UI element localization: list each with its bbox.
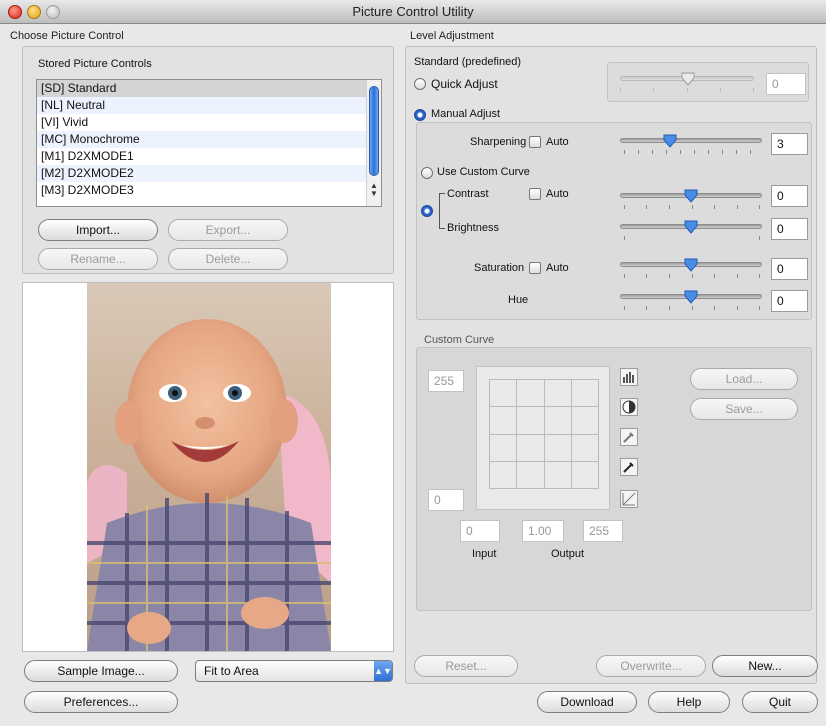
sharpening-field[interactable]: 3 (771, 133, 808, 155)
baby-photo-image (87, 283, 331, 651)
saturation-ticks (624, 274, 760, 278)
overwrite-button[interactable]: Overwrite... (596, 655, 706, 677)
quit-button[interactable]: Quit (742, 691, 818, 713)
input-low-field[interactable]: 0 (460, 520, 500, 542)
list-scrollbar[interactable]: ▲ ▼ (366, 80, 381, 206)
saturation-auto-label: Auto (546, 262, 569, 274)
contrast-ticks (624, 205, 760, 209)
contrast-auto-label: Auto (546, 188, 569, 200)
black-point-eyedropper-icon[interactable] (620, 458, 638, 476)
contrast-auto-checkbox[interactable] (529, 188, 541, 200)
hue-ticks (624, 306, 760, 310)
delete-button[interactable]: Delete... (168, 248, 288, 270)
linear-curve-icon[interactable] (620, 490, 638, 508)
export-button[interactable]: Export... (168, 219, 288, 241)
reset-button[interactable]: Reset... (414, 655, 518, 677)
sample-image-button[interactable]: Sample Image... (24, 660, 178, 682)
saturation-thumb[interactable] (684, 258, 698, 272)
zoom-window-button[interactable] (46, 5, 60, 19)
stored-picture-controls-title: Stored Picture Controls (38, 58, 152, 70)
download-button[interactable]: Download (537, 691, 637, 713)
curve-grid (489, 379, 599, 489)
preferences-button[interactable]: Preferences... (24, 691, 178, 713)
new-button[interactable]: New... (712, 655, 818, 677)
sharpening-auto-label: Auto (546, 136, 569, 148)
hue-field[interactable]: 0 (771, 290, 808, 312)
histogram-icon[interactable] (620, 368, 638, 386)
sample-photo (87, 283, 331, 651)
use-custom-curve-radio[interactable] (421, 167, 433, 179)
sharpening-label: Sharpening (470, 136, 527, 148)
white-point-eyedropper-icon[interactable] (620, 428, 638, 446)
help-button[interactable]: Help (648, 691, 730, 713)
saturation-auto-checkbox[interactable] (529, 262, 541, 274)
curve-save-button[interactable]: Save... (690, 398, 798, 420)
curve-graph[interactable] (476, 366, 610, 510)
sharpening-ticks (624, 150, 760, 154)
quick-adjust-field[interactable]: 0 (766, 73, 806, 95)
contrast-circle-icon[interactable] (620, 398, 638, 416)
output-label: Output (551, 548, 585, 560)
saturation-label: Saturation (474, 262, 525, 274)
contrast-thumb[interactable] (684, 189, 698, 203)
zoom-popup-value: Fit to Area (204, 664, 259, 678)
quick-adjust-thumb[interactable] (681, 72, 695, 86)
preview-area (22, 282, 394, 652)
curve-min-field[interactable]: 0 (428, 489, 464, 511)
brightness-label: Brightness (447, 222, 499, 234)
list-item-d2xmode2[interactable]: [M2] D2XMODE2 (37, 165, 381, 182)
contrast-label: Contrast (447, 188, 489, 200)
popup-arrows-icon: ▲▼ (374, 661, 392, 681)
list-item-monochrome[interactable]: [MC] Monochrome (37, 131, 381, 148)
list-item-standard[interactable]: [SD] Standard (37, 80, 381, 97)
list-item-vivid[interactable]: [VI] Vivid (37, 114, 381, 131)
preset-name: Standard (predefined) (414, 56, 522, 68)
quick-adjust-label: Quick Adjust (431, 77, 498, 91)
custom-curve-title: Custom Curve (424, 334, 495, 346)
quick-adjust-ticks (620, 88, 754, 92)
stored-picture-controls-list: [SD] Standard [NL] Neutral [VI] Vivid [M… (36, 79, 382, 207)
level-adjustment-title: Level Adjustment (410, 30, 494, 42)
contrast-brightness-radio[interactable] (421, 205, 433, 217)
sharpening-auto-checkbox[interactable] (529, 136, 541, 148)
input-high-field[interactable]: 255 (583, 520, 623, 542)
minimize-window-button[interactable] (27, 5, 41, 19)
zoom-popup[interactable]: Fit to Area ▲▼ (195, 660, 393, 682)
choose-picture-control-title: Choose Picture Control (10, 30, 124, 42)
list-item-d2xmode3[interactable]: [M3] D2XMODE3 (37, 182, 381, 199)
sharpening-slider-track[interactable] (620, 138, 762, 143)
rename-button[interactable]: Rename... (38, 248, 158, 270)
import-button[interactable]: Import... (38, 219, 158, 241)
sharpening-thumb[interactable] (663, 134, 677, 148)
scroll-arrows-icon[interactable]: ▲ ▼ (370, 182, 378, 198)
gamma-field[interactable]: 1.00 (522, 520, 564, 542)
brightness-ticks (624, 236, 760, 240)
title-bar: Picture Control Utility (0, 0, 826, 24)
input-label: Input (472, 548, 497, 560)
curve-load-button[interactable]: Load... (690, 368, 798, 390)
manual-adjust-radio[interactable] (414, 109, 426, 121)
contrast-brightness-bracket (439, 193, 445, 229)
saturation-field[interactable]: 0 (771, 258, 808, 280)
hue-label: Hue (508, 294, 529, 306)
window-title: Picture Control Utility (352, 4, 474, 19)
quick-adjust-radio[interactable] (414, 78, 426, 90)
curve-max-field[interactable]: 255 (428, 370, 464, 392)
contrast-field[interactable]: 0 (771, 185, 808, 207)
scrollbar-thumb[interactable] (369, 86, 379, 176)
list-item-neutral[interactable]: [NL] Neutral (37, 97, 381, 114)
hue-thumb[interactable] (684, 290, 698, 304)
use-custom-curve-label: Use Custom Curve (437, 166, 530, 178)
manual-adjust-label: Manual Adjust (431, 108, 501, 120)
brightness-field[interactable]: 0 (771, 218, 808, 240)
close-window-button[interactable] (8, 5, 22, 19)
list-item-d2xmode1[interactable]: [M1] D2XMODE1 (37, 148, 381, 165)
brightness-thumb[interactable] (684, 220, 698, 234)
